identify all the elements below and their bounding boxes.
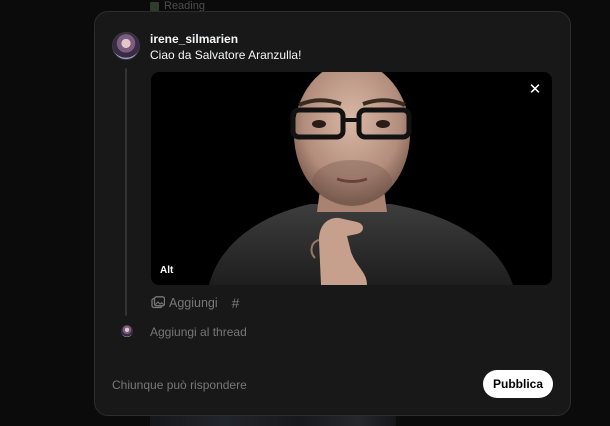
composer-toolbar: Aggiungi # [151, 294, 239, 312]
add-media-button[interactable]: Aggiungi [151, 296, 218, 310]
add-media-label: Aggiungi [169, 296, 218, 310]
post-text-input[interactable]: Ciao da Salvatore Aranzulla! [150, 48, 301, 62]
new-thread-modal: irene_silmarien Ciao da Salvatore Aranzu… [94, 11, 571, 416]
avatar[interactable] [112, 32, 140, 60]
thread-line [125, 68, 127, 316]
book-icon [150, 1, 159, 11]
close-icon: ✕ [528, 81, 542, 98]
username: irene_silmarien [150, 32, 239, 46]
reply-permission-setting[interactable]: Chiunque può rispondere [112, 378, 247, 392]
hashtag-button[interactable]: # [232, 295, 240, 311]
publish-button[interactable]: Pubblica [483, 370, 553, 398]
attached-photo: ✕ Alt [151, 72, 552, 285]
add-to-thread-button[interactable]: Aggiungi al thread [150, 325, 247, 339]
remove-media-button[interactable]: ✕ [524, 78, 546, 100]
portrait-photo [209, 72, 513, 285]
alt-text-button[interactable]: Alt [160, 265, 173, 276]
thread-avatar [121, 325, 133, 337]
image-plus-icon [151, 296, 165, 309]
